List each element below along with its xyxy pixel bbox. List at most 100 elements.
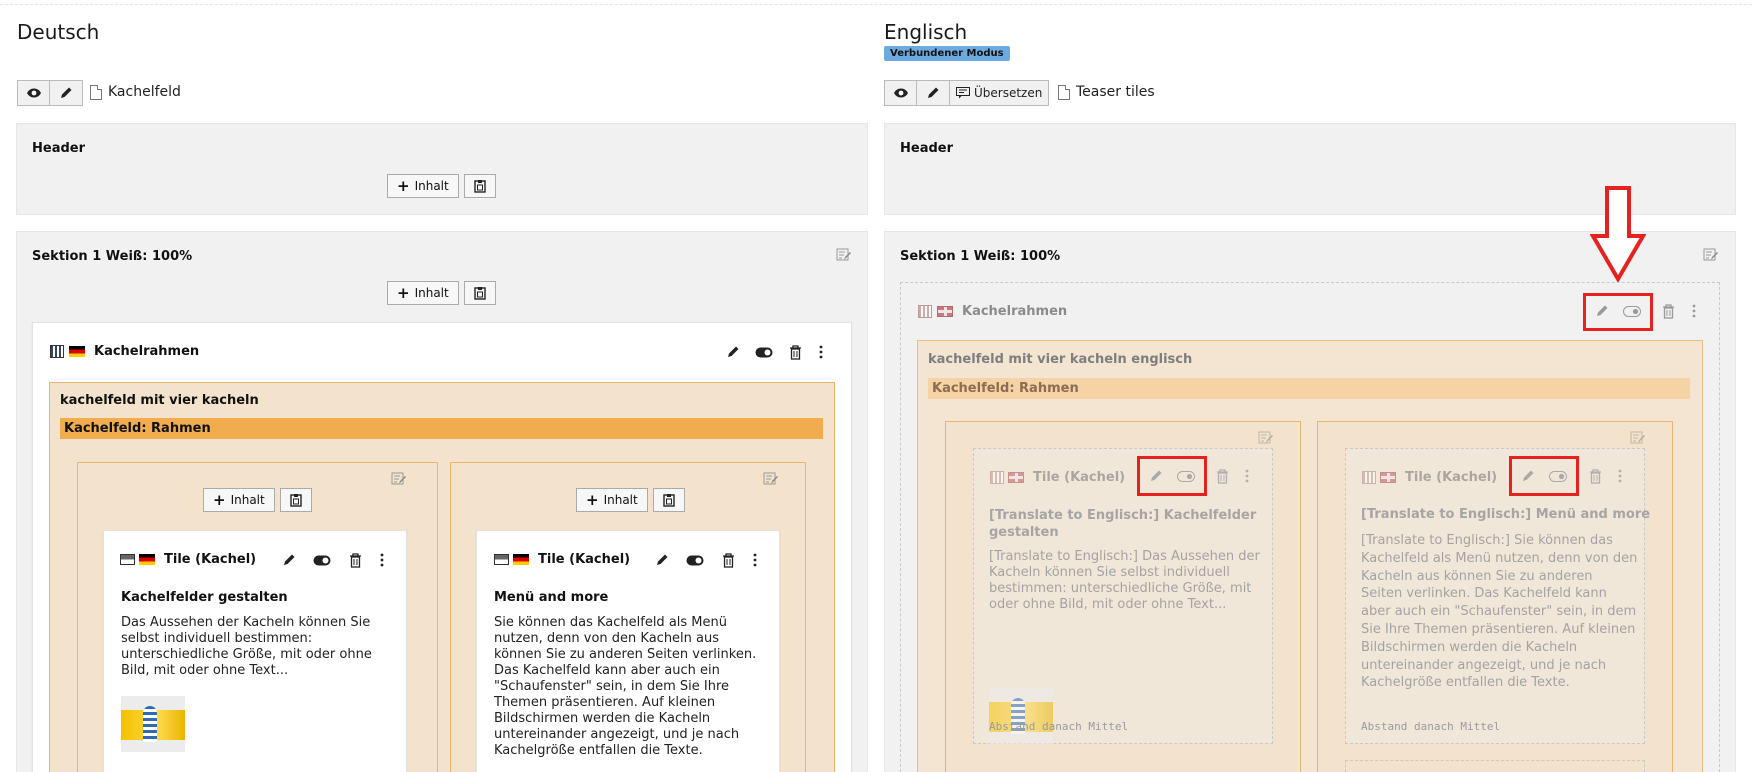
tile-type-icon — [494, 554, 509, 565]
tile-footer: Abstand danach Mittel — [1361, 720, 1500, 733]
column-title: Header — [32, 141, 86, 156]
tile-header: Tile (Kachel) — [1362, 470, 1497, 485]
column-edit-icon[interactable] — [391, 472, 407, 490]
paste-button[interactable] — [652, 488, 685, 512]
tile-body-line: Sie können das Kachelfeld als Menü — [494, 615, 727, 630]
paste-button[interactable] — [463, 174, 496, 198]
add-content-label: Inhalt — [414, 286, 449, 300]
content-type-icon — [50, 345, 64, 358]
document-icon — [1058, 84, 1070, 100]
edit-page-button[interactable] — [50, 80, 83, 106]
clipboard-icon — [474, 180, 486, 193]
toggle-visibility-icon[interactable] — [685, 550, 705, 570]
german-flag-icon — [139, 554, 155, 565]
toggle-visibility-icon[interactable] — [1548, 466, 1568, 486]
toggle-visibility-icon[interactable] — [312, 550, 332, 570]
edit-pencil-icon[interactable] — [1146, 466, 1166, 486]
add-content-button[interactable]: + Inhalt — [576, 488, 648, 512]
toggle-visibility-icon[interactable] — [1622, 301, 1642, 321]
frame-inner-title: kachelfeld mit vier kacheln englisch — [928, 352, 1193, 367]
tile-type-icon — [1362, 471, 1376, 484]
tile-body-line: Sie Ihre Themen präsentieren. Auf kleine… — [1361, 621, 1636, 637]
add-content-label: Inhalt — [414, 179, 449, 193]
tile-body-text: [Translate to Englisch:] Das Aussehen de… — [989, 549, 1269, 613]
more-options-icon[interactable] — [751, 550, 759, 570]
trash-icon[interactable] — [718, 550, 738, 570]
tile-body-line: [Translate to Englisch:] Sie können das — [1361, 533, 1613, 548]
card-header: Kachelrahmen — [918, 304, 1067, 319]
tile-actions — [279, 550, 386, 570]
paste-button[interactable] — [279, 488, 312, 512]
tile-actions — [652, 550, 759, 570]
toggle-visibility-icon[interactable] — [754, 342, 774, 362]
tile-body-text: Sie können das Kachelfeld als Menü nutze… — [494, 615, 776, 759]
tile-body-line: untereinander angezeigt, und je nach — [494, 727, 740, 742]
tile-card-translated-next — [1345, 760, 1645, 772]
tile-body-line: Bildschirmen werden die Kacheln — [1361, 639, 1578, 655]
spacing-value: Mittel — [1460, 720, 1501, 733]
column-edit-icon[interactable] — [763, 472, 779, 490]
tile-body-line: oder ohne Bild, mit oder ohne Text... — [989, 597, 1227, 612]
column-edit-icon[interactable] — [836, 248, 852, 266]
spacing-value: Mittel — [1088, 720, 1129, 733]
tile-heading: [Translate to Englisch:] Kachelfelder ge… — [989, 507, 1256, 541]
tile-body-line: untereinander angezeigt, und je nach — [1361, 657, 1607, 673]
edit-page-button[interactable] — [917, 80, 950, 106]
right-page-toolbar: Übersetzen — [884, 80, 1050, 106]
tile-title: Tile (Kachel) — [1033, 470, 1126, 485]
trash-icon[interactable] — [785, 342, 805, 362]
tile-body-line: Kacheln aus können Sie zu anderen — [1361, 568, 1593, 584]
edit-pencil-icon[interactable] — [1592, 301, 1612, 321]
tile-body-line: aber auch ein "Schaufenster" sein, in de… — [1361, 604, 1637, 620]
right-page-label: Teaser tiles — [1058, 84, 1155, 100]
translate-button[interactable]: Übersetzen — [950, 80, 1050, 106]
more-options-icon[interactable] — [378, 550, 386, 570]
column-edit-icon[interactable] — [1258, 431, 1274, 449]
tile-body-line: unterschiedliche Größe, mit oder ohne — [121, 647, 372, 662]
edit-pencil-icon[interactable] — [652, 550, 672, 570]
edit-pencil-icon[interactable] — [1518, 466, 1538, 486]
tile-header: Tile (Kachel) — [990, 470, 1125, 485]
add-content-button[interactable]: + Inhalt — [387, 174, 459, 198]
pencil-icon — [928, 87, 939, 98]
more-options-icon[interactable] — [1616, 466, 1624, 486]
more-options-icon[interactable] — [1243, 466, 1251, 486]
edit-pencil-icon[interactable] — [279, 550, 299, 570]
tile-body-line: Themen präsentieren. Auf kleinen — [494, 695, 716, 710]
view-page-button[interactable] — [884, 80, 917, 106]
trash-icon[interactable] — [1212, 466, 1232, 486]
tile-body-line: selbst individuell bestimmen: — [121, 631, 313, 646]
more-options-icon[interactable] — [816, 342, 826, 362]
plus-icon: + — [213, 490, 226, 509]
tile-title: Tile (Kachel) — [1405, 470, 1498, 485]
connected-mode-badge: Verbundener Modus — [884, 46, 1010, 61]
card-title: Kachelrahmen — [962, 304, 1068, 319]
frame-inner-title: kachelfeld mit vier kacheln — [60, 393, 259, 408]
view-page-button[interactable] — [17, 80, 50, 106]
tile-heading: Kachelfelder gestalten — [121, 590, 288, 605]
trash-icon[interactable] — [1585, 466, 1605, 486]
spacing-label: Abstand danach — [1361, 720, 1454, 733]
toggle-visibility-icon[interactable] — [1176, 466, 1196, 486]
more-options-icon[interactable] — [1690, 301, 1698, 321]
trash-icon[interactable] — [1658, 301, 1678, 321]
tile-heading-line: gestalten — [989, 525, 1059, 540]
frame-bar-label: Kachelfeld: Rahmen — [928, 378, 1690, 399]
tile-body-line: Bildschirmen werden die Kacheln — [494, 711, 711, 726]
column-edit-icon[interactable] — [1703, 248, 1719, 266]
column-title: Sektion 1 Weiß: 100% — [900, 249, 1061, 264]
german-flag-icon — [513, 554, 529, 565]
paste-button[interactable] — [463, 281, 496, 305]
edit-pencil-icon[interactable] — [723, 342, 743, 362]
card-title: Kachelrahmen — [94, 344, 200, 359]
pencil-icon — [61, 87, 72, 98]
translate-label: Übersetzen — [974, 86, 1043, 100]
plus-icon: + — [586, 490, 599, 509]
uk-flag-icon — [1008, 472, 1024, 483]
tile-heading-line: [Translate to Englisch:] Menü and more — [1361, 507, 1651, 522]
trash-icon[interactable] — [345, 550, 365, 570]
add-content-button[interactable]: + Inhalt — [203, 488, 275, 512]
tile-body-line: Kacheln können Sie selbst individuell — [989, 565, 1230, 580]
column-edit-icon[interactable] — [1630, 431, 1646, 449]
add-content-button[interactable]: + Inhalt — [387, 281, 459, 305]
